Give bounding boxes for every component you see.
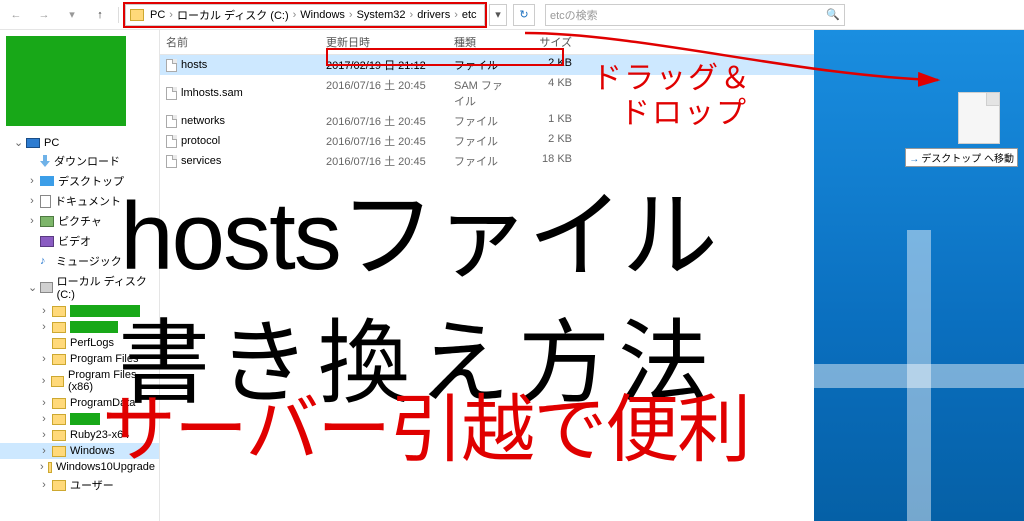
pictures-icon	[40, 216, 54, 227]
search-input[interactable]: etcの検索 🔍	[545, 4, 845, 26]
file-icon	[166, 135, 177, 148]
folder-icon	[52, 414, 66, 425]
sub-headline-text: サーバー引越で便利	[102, 370, 749, 477]
column-size[interactable]: サイズ	[518, 30, 578, 54]
folder-icon	[52, 480, 66, 491]
column-date[interactable]: 更新日時	[320, 30, 448, 54]
folder-icon	[130, 9, 144, 21]
document-icon	[40, 195, 51, 208]
download-icon	[40, 155, 50, 167]
folder-icon	[52, 338, 66, 349]
annotation-text: ドラッグ＆ ドロップ	[592, 62, 752, 131]
drag-ghost-file-icon	[958, 92, 1000, 144]
folder-icon	[52, 322, 66, 333]
breadcrumb[interactable]: PC› ローカル ディスク (C:)› Windows› System32› d…	[125, 4, 485, 26]
address-toolbar: ← → ▾ ↑ PC› ローカル ディスク (C:)› Windows› Sys…	[0, 0, 1024, 30]
column-type[interactable]: 種類	[448, 30, 518, 54]
folder-icon	[51, 376, 64, 387]
preview-thumbnail	[6, 36, 126, 126]
column-headers[interactable]: 名前 更新日時 種類 サイズ	[160, 30, 814, 55]
folder-icon	[52, 430, 66, 441]
videos-icon	[40, 236, 54, 247]
file-icon	[166, 115, 177, 128]
drop-tooltip: →デスクトップ へ移動	[905, 148, 1018, 167]
breadcrumb-history-button[interactable]: ▾	[489, 4, 507, 26]
folder-icon	[52, 446, 66, 457]
folder-icon	[52, 398, 66, 409]
breadcrumb-segment[interactable]: System32	[355, 9, 408, 21]
folder-icon	[52, 306, 66, 317]
redacted-label	[70, 413, 100, 425]
breadcrumb-segment[interactable]: drivers	[415, 9, 452, 21]
breadcrumb-segment[interactable]: ローカル ディスク (C:)	[175, 7, 291, 23]
nav-forward-button[interactable]: →	[32, 3, 56, 27]
breadcrumb-segment[interactable]: etc	[460, 9, 479, 21]
search-placeholder: etcの検索	[550, 7, 598, 23]
file-row[interactable]: protocol 2016/07/16 土 20:45 ファイル 2 KB	[160, 131, 814, 151]
folder-icon	[52, 354, 66, 365]
windows-logo	[814, 230, 1024, 521]
move-arrow-icon: →	[909, 154, 919, 165]
column-name[interactable]: 名前	[160, 30, 320, 54]
nav-users[interactable]: ›ユーザー	[0, 475, 159, 495]
toolbar-separator	[118, 7, 119, 23]
desktop-icon	[40, 176, 54, 186]
nav-up-button[interactable]: ↑	[88, 3, 112, 27]
breadcrumb-segment[interactable]: PC	[148, 9, 167, 21]
nav-pc[interactable]: ⌄PC	[0, 134, 159, 151]
nav-back-button[interactable]: ←	[4, 3, 28, 27]
desktop-area[interactable]: →デスクトップ へ移動	[814, 30, 1024, 521]
redacted-label	[70, 321, 118, 333]
pc-icon	[26, 138, 40, 148]
breadcrumb-segment[interactable]: Windows	[298, 9, 347, 21]
refresh-button[interactable]: ↻	[513, 4, 535, 26]
disk-icon	[40, 282, 53, 293]
music-icon: ♪	[40, 255, 52, 267]
folder-icon	[48, 462, 52, 473]
file-icon	[166, 87, 177, 100]
nav-recent-button[interactable]: ▾	[60, 3, 84, 27]
file-icon	[166, 59, 177, 72]
search-icon: 🔍	[826, 8, 840, 21]
